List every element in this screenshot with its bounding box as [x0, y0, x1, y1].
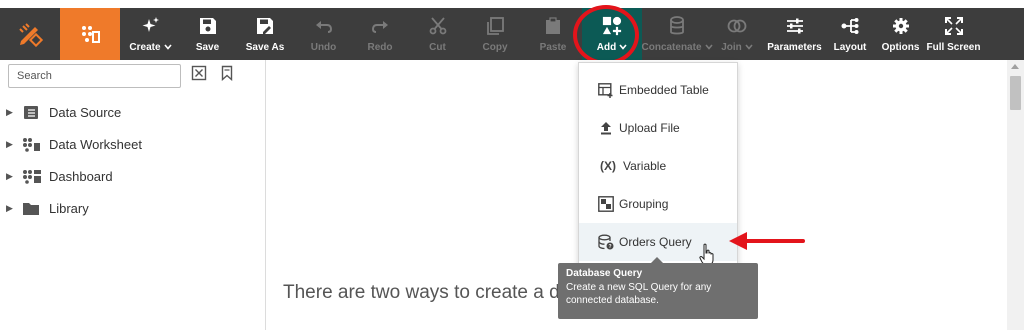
- database-query-icon: ?: [597, 234, 615, 250]
- sliders-icon: [785, 16, 805, 36]
- menu-item-label: Embedded Table: [619, 83, 709, 97]
- parameters-label: Parameters: [767, 41, 822, 53]
- pencil-ruler-icon: [19, 23, 43, 47]
- menu-item-label: Grouping: [619, 197, 669, 211]
- chevron-down-icon: [745, 43, 753, 52]
- redo-label: Redo: [367, 41, 393, 53]
- create-label: Create: [129, 41, 161, 53]
- options-button[interactable]: Options: [873, 8, 928, 60]
- expand-arrow-icon[interactable]: ▶: [6, 139, 18, 150]
- layout-icon: [840, 16, 860, 36]
- toolbar: Create Save Save As Undo Redo Cut Copy Paste Add…: [0, 8, 1024, 60]
- tree-item-dashboard[interactable]: ▶ Dashboard: [0, 160, 266, 192]
- folder-icon: [22, 200, 44, 216]
- worksheet-app-button[interactable]: [60, 8, 120, 60]
- sparkle-icon: [141, 16, 161, 36]
- menu-item-upload-file[interactable]: Upload File: [579, 109, 737, 147]
- grouping-icon: [597, 196, 615, 212]
- menu-item-label: Orders Query: [619, 235, 692, 249]
- undo-button[interactable]: Undo: [296, 8, 351, 60]
- add-menu: Embedded Table Upload File (X) Variable …: [578, 62, 738, 268]
- search-input[interactable]: Search: [8, 64, 181, 88]
- save-as-button[interactable]: Save As: [234, 8, 296, 60]
- tree-item-label: Dashboard: [49, 168, 113, 184]
- expand-arrow-icon[interactable]: ▶: [6, 203, 18, 214]
- paste-label: Paste: [539, 41, 567, 53]
- bookmark-button[interactable]: [219, 65, 237, 83]
- layout-label: Layout: [833, 41, 867, 53]
- variable-icon: (X): [600, 159, 616, 173]
- gear-icon: [891, 16, 911, 36]
- upload-icon: [597, 120, 615, 136]
- join-label: Join: [721, 41, 742, 53]
- concatenate-icon: [667, 15, 687, 36]
- options-label: Options: [881, 41, 920, 53]
- layout-button[interactable]: Layout: [827, 8, 873, 60]
- database-query-tooltip: Database Query Create a new SQL Query fo…: [558, 263, 758, 319]
- tree-item-label: Library: [49, 200, 89, 216]
- annotation-arrow-icon: [729, 232, 805, 250]
- app-window: Create Save Save As Undo Redo Cut Copy Paste Add…: [0, 0, 1024, 330]
- worksheet-icon: [22, 136, 44, 152]
- tooltip-body: Create a new SQL Query for any connected…: [566, 282, 712, 306]
- app-logo[interactable]: [0, 8, 60, 60]
- save-as-icon: [255, 16, 275, 36]
- bookmark-icon: [221, 65, 233, 82]
- redo-icon: [370, 16, 390, 36]
- parameters-button[interactable]: Parameters: [762, 8, 827, 60]
- tree-item-library[interactable]: ▶ Library: [0, 192, 266, 224]
- scroll-up-arrow-icon[interactable]: [1011, 64, 1019, 69]
- copy-icon: [485, 16, 505, 36]
- tree-item-label: Data Source: [49, 104, 122, 120]
- fullscreen-icon: [944, 16, 964, 36]
- save-label: Save: [195, 41, 220, 53]
- add-button-highlight: [573, 5, 639, 65]
- save-button[interactable]: Save: [181, 8, 234, 60]
- copy-label: Copy: [482, 41, 508, 53]
- expand-arrow-icon[interactable]: ▶: [6, 171, 18, 182]
- menu-item-label: Variable: [623, 159, 667, 173]
- search-placeholder: Search: [17, 70, 52, 82]
- chevron-down-icon: [163, 43, 172, 52]
- concatenate-label: Concatenate: [641, 41, 702, 53]
- full-screen-button[interactable]: Full Screen: [926, 8, 981, 60]
- undo-icon: [314, 16, 334, 36]
- tooltip-title: Database Query: [566, 268, 643, 279]
- tree-item-data-worksheet[interactable]: ▶ Data Worksheet: [0, 128, 266, 160]
- menu-item-embedded-table[interactable]: Embedded Table: [579, 71, 737, 109]
- clear-box-icon: [191, 65, 207, 81]
- menu-item-grouping[interactable]: Grouping: [579, 185, 737, 223]
- full-screen-label: Full Screen: [926, 41, 981, 53]
- copy-button[interactable]: Copy: [466, 8, 524, 60]
- create-button[interactable]: Create: [120, 8, 181, 60]
- undo-label: Undo: [310, 41, 337, 53]
- join-button[interactable]: Join: [712, 8, 762, 60]
- tree-item-label: Data Worksheet: [49, 136, 142, 152]
- vertical-scrollbar[interactable]: [1007, 60, 1024, 330]
- worksheet-app-icon: [82, 26, 100, 43]
- clear-search-button[interactable]: [191, 65, 209, 83]
- svg-text:?: ?: [608, 244, 611, 250]
- scroll-thumb[interactable]: [1010, 76, 1021, 110]
- dashboard-icon: [22, 168, 44, 184]
- paste-icon: [543, 16, 563, 36]
- database-icon: [22, 104, 44, 120]
- left-panel: Search ▶ Data Source ▶ Data Worksheet ▶ …: [0, 60, 266, 330]
- asset-tree: ▶ Data Source ▶ Data Worksheet ▶ Dashboa…: [0, 96, 266, 224]
- concatenate-button[interactable]: Concatenate: [641, 8, 713, 60]
- expand-arrow-icon[interactable]: ▶: [6, 107, 18, 118]
- scissors-icon: [428, 16, 448, 36]
- redo-button[interactable]: Redo: [351, 8, 409, 60]
- menu-item-label: Upload File: [619, 121, 680, 135]
- join-icon: [727, 16, 747, 36]
- cut-button[interactable]: Cut: [409, 8, 466, 60]
- embedded-table-icon: [597, 82, 615, 98]
- tree-item-data-source[interactable]: ▶ Data Source: [0, 96, 266, 128]
- cut-label: Cut: [429, 41, 446, 53]
- save-as-label: Save As: [245, 41, 285, 53]
- menu-item-variable[interactable]: (X) Variable: [579, 147, 737, 185]
- save-icon: [198, 16, 218, 36]
